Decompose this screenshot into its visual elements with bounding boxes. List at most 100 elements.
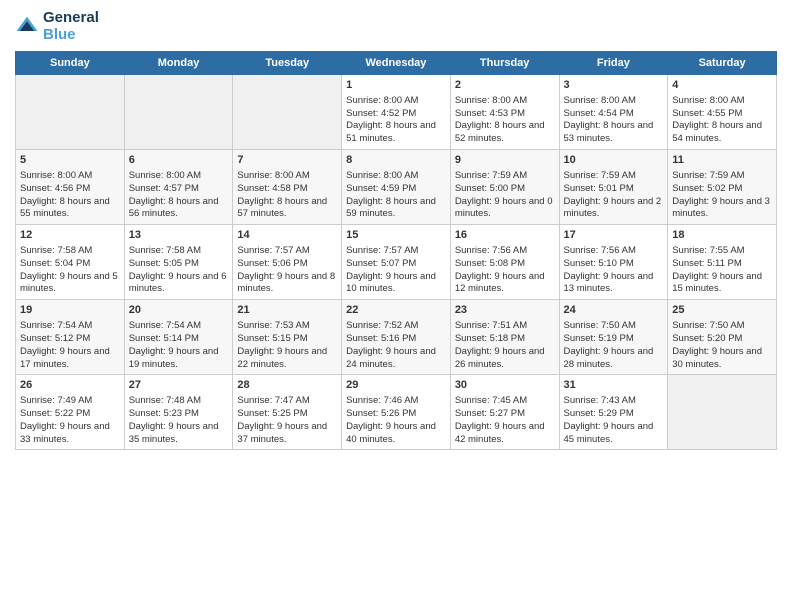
sunrise-text: Sunrise: 7:50 AM <box>672 320 744 331</box>
header-day-sunday: Sunday <box>16 52 125 75</box>
cell-week4-day1: 20Sunrise: 7:54 AMSunset: 5:14 PMDayligh… <box>124 300 233 375</box>
page-container: General Blue SundayMondayTuesdayWednesda… <box>0 0 792 455</box>
cell-week2-day3: 8 Sunrise: 8:00 AM Sunset: 4:59 PM Daylight… <box>342 150 451 225</box>
day-number: 11 <box>672 153 772 168</box>
day-number: 5 <box>20 153 120 168</box>
header-day-wednesday: Wednesday <box>342 52 451 75</box>
logo: General Blue <box>15 10 99 43</box>
day-number: 15 <box>346 228 446 243</box>
daylight-text: Daylight: 8 hours and 59 minutes. <box>346 196 436 220</box>
day-number: 29 <box>346 378 446 393</box>
cell-week5-day3: 29Sunrise: 7:46 AMSunset: 5:26 PMDayligh… <box>342 375 451 450</box>
cell-week1-day5: 3Sunrise: 8:00 AMSunset: 4:54 PMDaylight… <box>559 75 668 150</box>
daylight-text: Daylight: 9 hours and 45 minutes. <box>564 421 654 445</box>
cell-week1-day6: 4Sunrise: 8:00 AMSunset: 4:55 PMDaylight… <box>668 75 777 150</box>
daylight-text: Daylight: 8 hours and 57 minutes. <box>237 196 327 220</box>
day-number: 21 <box>237 303 337 318</box>
cell-week2-day2: 7Sunrise: 8:00 AMSunset: 4:58 PMDaylight… <box>233 150 342 225</box>
sunset-text: Sunset: 5:16 PM <box>346 333 416 344</box>
day-number: 2 <box>455 78 555 93</box>
calendar-table: SundayMondayTuesdayWednesdayThursdayFrid… <box>15 51 777 450</box>
sunset-text: Sunset: 5:25 PM <box>237 408 307 419</box>
day-number: 14 <box>237 228 337 243</box>
daylight-text: Daylight: 9 hours and 26 minutes. <box>455 346 545 370</box>
cell-week4-day6: 25Sunrise: 7:50 AMSunset: 5:20 PMDayligh… <box>668 300 777 375</box>
sunrise-text: Sunrise: 8:00 AM <box>346 170 418 181</box>
day-number: 18 <box>672 228 772 243</box>
daylight-text: Daylight: 9 hours and 28 minutes. <box>564 346 654 370</box>
header: General Blue <box>15 10 777 43</box>
sunset-text: Sunset: 5:01 PM <box>564 183 634 194</box>
cell-week2-day6: 11Sunrise: 7:59 AMSunset: 5:02 PMDayligh… <box>668 150 777 225</box>
header-day-tuesday: Tuesday <box>233 52 342 75</box>
day-number: 24 <box>564 303 664 318</box>
day-number: 16 <box>455 228 555 243</box>
cell-week1-day2 <box>233 75 342 150</box>
cell-week3-day6: 18Sunrise: 7:55 AMSunset: 5:11 PMDayligh… <box>668 225 777 300</box>
sunset-text: Sunset: 5:00 PM <box>455 183 525 194</box>
sunset-text: Sunset: 4:59 PM <box>346 183 416 194</box>
sunrise-text: Sunrise: 8:00 AM <box>129 170 201 181</box>
daylight-text: Daylight: 8 hours and 51 minutes. <box>346 120 436 144</box>
sunset-text: Sunset: 5:15 PM <box>237 333 307 344</box>
daylight-text: Daylight: 9 hours and 30 minutes. <box>672 346 762 370</box>
sunrise-text: Sunrise: 8:00 AM <box>20 170 92 181</box>
cell-week5-day5: 31Sunrise: 7:43 AMSunset: 5:29 PMDayligh… <box>559 375 668 450</box>
daylight-text: Daylight: 8 hours and 55 minutes. <box>20 196 110 220</box>
sunset-text: Sunset: 5:27 PM <box>455 408 525 419</box>
sunset-text: Sunset: 5:18 PM <box>455 333 525 344</box>
day-number: 20 <box>129 303 229 318</box>
daylight-text: Daylight: 9 hours and 13 minutes. <box>564 271 654 295</box>
cell-week5-day2: 28Sunrise: 7:47 AMSunset: 5:25 PMDayligh… <box>233 375 342 450</box>
sunrise-text: Sunrise: 7:56 AM <box>564 245 636 256</box>
day-number: 28 <box>237 378 337 393</box>
sunset-text: Sunset: 5:20 PM <box>672 333 742 344</box>
header-day-saturday: Saturday <box>668 52 777 75</box>
sunset-text: Sunset: 5:12 PM <box>20 333 90 344</box>
sunrise-text: Sunrise: 7:53 AM <box>237 320 309 331</box>
sunrise-text: Sunrise: 7:48 AM <box>129 395 201 406</box>
sunset-text: Sunset: 5:05 PM <box>129 258 199 269</box>
cell-week4-day5: 24Sunrise: 7:50 AMSunset: 5:19 PMDayligh… <box>559 300 668 375</box>
sunset-text: Sunset: 4:54 PM <box>564 108 634 119</box>
daylight-text: Daylight: 9 hours and 0 minutes. <box>455 196 553 220</box>
cell-week5-day0: 26Sunrise: 7:49 AMSunset: 5:22 PMDayligh… <box>16 375 125 450</box>
sunrise-text: Sunrise: 7:47 AM <box>237 395 309 406</box>
sunset-text: Sunset: 4:58 PM <box>237 183 307 194</box>
daylight-text: Daylight: 8 hours and 54 minutes. <box>672 120 762 144</box>
cell-week1-day4: 2Sunrise: 8:00 AMSunset: 4:53 PMDaylight… <box>450 75 559 150</box>
cell-week1-day0 <box>16 75 125 150</box>
daylight-text: Daylight: 9 hours and 3 minutes. <box>672 196 770 220</box>
cell-week4-day4: 23Sunrise: 7:51 AMSunset: 5:18 PMDayligh… <box>450 300 559 375</box>
sunrise-text: Sunrise: 7:46 AM <box>346 395 418 406</box>
sunrise-text: Sunrise: 7:50 AM <box>564 320 636 331</box>
cell-week2-day5: 10Sunrise: 7:59 AMSunset: 5:01 PMDayligh… <box>559 150 668 225</box>
sunset-text: Sunset: 5:22 PM <box>20 408 90 419</box>
daylight-text: Daylight: 9 hours and 40 minutes. <box>346 421 436 445</box>
sunrise-text: Sunrise: 7:57 AM <box>237 245 309 256</box>
sunrise-text: Sunrise: 7:55 AM <box>672 245 744 256</box>
daylight-text: Daylight: 9 hours and 5 minutes. <box>20 271 118 295</box>
day-number: 7 <box>237 153 337 168</box>
day-number: 3 <box>564 78 664 93</box>
cell-week5-day4: 30Sunrise: 7:45 AMSunset: 5:27 PMDayligh… <box>450 375 559 450</box>
sunrise-text: Sunrise: 7:58 AM <box>20 245 92 256</box>
logo-text: General Blue <box>43 10 99 43</box>
day-number: 1 <box>346 78 446 93</box>
logo-icon <box>15 15 39 39</box>
cell-week3-day1: 13Sunrise: 7:58 AMSunset: 5:05 PMDayligh… <box>124 225 233 300</box>
day-number: 31 <box>564 378 664 393</box>
daylight-text: Daylight: 9 hours and 17 minutes. <box>20 346 110 370</box>
sunrise-text: Sunrise: 7:59 AM <box>672 170 744 181</box>
sunrise-text: Sunrise: 7:54 AM <box>129 320 201 331</box>
cell-week1-day1 <box>124 75 233 150</box>
daylight-text: Daylight: 9 hours and 8 minutes. <box>237 271 335 295</box>
daylight-text: Daylight: 9 hours and 42 minutes. <box>455 421 545 445</box>
cell-week2-day0: 5Sunrise: 8:00 AMSunset: 4:56 PMDaylight… <box>16 150 125 225</box>
day-number: 26 <box>20 378 120 393</box>
day-number: 6 <box>129 153 229 168</box>
cell-week3-day5: 17Sunrise: 7:56 AMSunset: 5:10 PMDayligh… <box>559 225 668 300</box>
day-number: 8 <box>346 153 446 168</box>
daylight-text: Daylight: 9 hours and 15 minutes. <box>672 271 762 295</box>
sunrise-text: Sunrise: 7:59 AM <box>455 170 527 181</box>
